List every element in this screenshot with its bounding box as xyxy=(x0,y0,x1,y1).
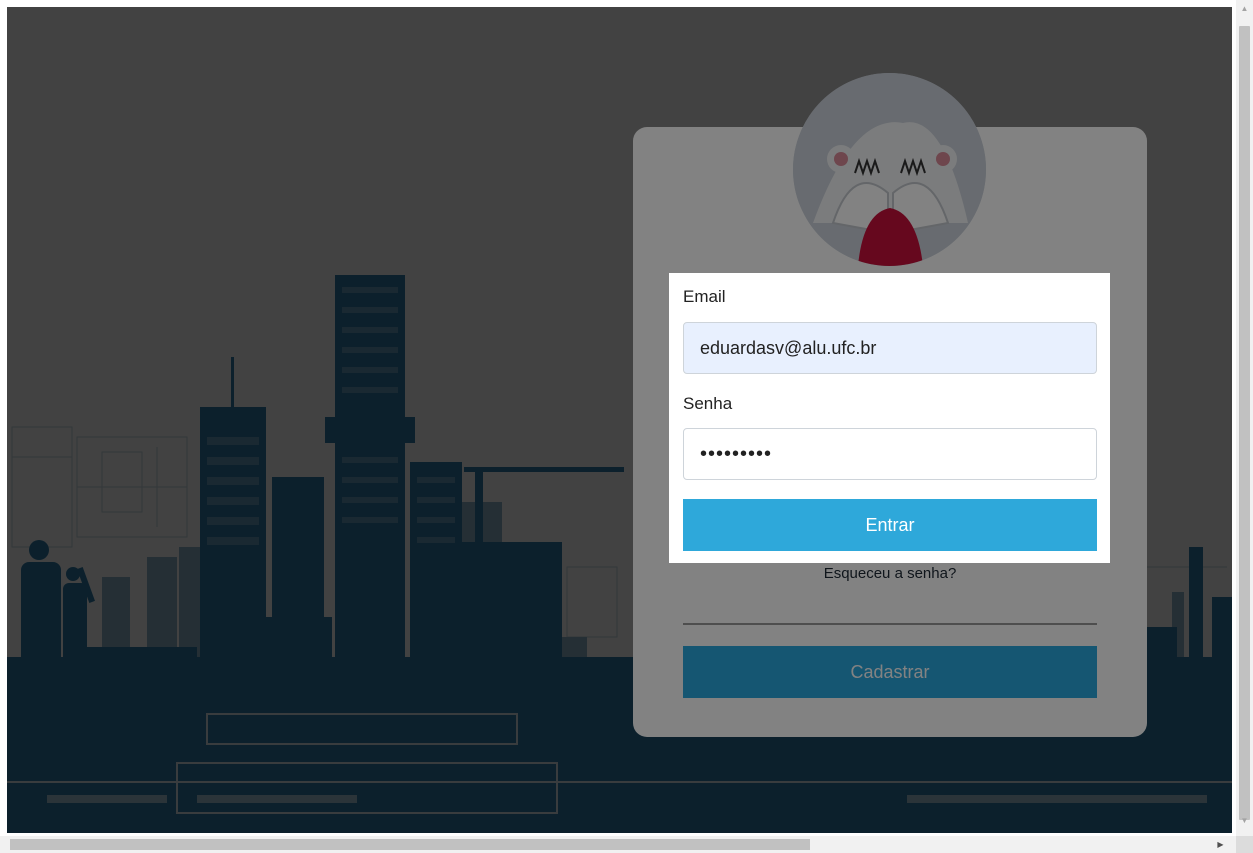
login-button[interactable]: Entrar xyxy=(683,499,1097,551)
password-label: Senha xyxy=(683,394,733,413)
vertical-scroll-thumb[interactable] xyxy=(1239,26,1250,820)
arrow-down-icon[interactable]: ▼ xyxy=(1236,812,1253,829)
horizontal-scrollbar[interactable]: ▶ xyxy=(0,836,1236,853)
register-button[interactable]: Cadastrar xyxy=(683,646,1097,698)
vertical-scrollbar[interactable]: ▲ ▼ xyxy=(1236,0,1253,836)
email-label: Email xyxy=(683,287,726,306)
form-divider xyxy=(683,623,1097,625)
scrollbar-corner xyxy=(1236,836,1253,853)
password-field[interactable] xyxy=(683,428,1097,480)
bear-avatar-icon xyxy=(793,73,986,266)
arrow-up-icon[interactable]: ▲ xyxy=(1236,0,1253,17)
horizontal-scroll-thumb[interactable] xyxy=(10,839,810,850)
arrow-right-icon[interactable]: ▶ xyxy=(1212,836,1229,853)
forgot-password-link[interactable]: Esqueceu a senha? xyxy=(633,565,1147,582)
page-viewport: Esqueceu a senha? Cadastrar Email Senha … xyxy=(7,7,1232,833)
email-field[interactable] xyxy=(683,322,1097,374)
